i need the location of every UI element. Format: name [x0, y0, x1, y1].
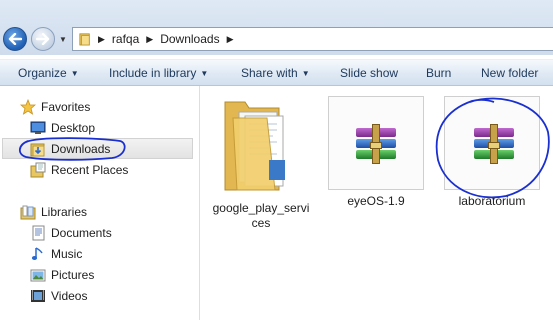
file-item-google-play-services[interactable]: google_play_servi ces [211, 94, 311, 230]
recent-places-label: Recent Places [51, 163, 129, 177]
nav-item-videos[interactable]: Videos [30, 286, 87, 306]
recent-pages-dropdown[interactable]: ▼ [59, 35, 67, 44]
file-list: google_play_servi ces eyeOS-1.9 laborato… [201, 86, 553, 320]
include-in-library-button[interactable]: Include in library ▼ [109, 60, 208, 86]
file-name-label: laboratorium [458, 194, 526, 208]
nav-libraries[interactable]: Libraries [20, 202, 87, 222]
address-bar-area: ▼ ▶ rafqa ▶ Downloads ▶ [0, 0, 553, 55]
file-name-label: eyeOS-1.9 [347, 194, 405, 208]
recent-places-icon [30, 162, 46, 178]
pictures-label: Pictures [51, 268, 95, 282]
folder-icon [79, 33, 90, 46]
file-name-line-2: ces [251, 216, 271, 230]
arrow-right-icon [36, 33, 50, 45]
videos-label: Videos [51, 289, 88, 303]
folder-icon [224, 101, 285, 191]
nav-item-recent-places[interactable]: Recent Places [30, 160, 128, 180]
breadcrumb-rafqa[interactable]: rafqa [112, 32, 139, 46]
desktop-label: Desktop [51, 121, 96, 135]
organize-label: Organize [18, 66, 67, 80]
breadcrumb-separator[interactable]: ▶ [146, 34, 153, 45]
nav-item-desktop[interactable]: Desktop [30, 118, 95, 138]
chevron-down-icon: ▼ [70, 69, 79, 78]
music-label: Music [51, 247, 83, 261]
nav-favorites[interactable]: Favorites [20, 97, 90, 117]
forward-button[interactable] [31, 27, 55, 51]
downloads-folder-icon [30, 143, 45, 157]
winrar-archive-icon [354, 124, 398, 164]
documents-icon [32, 225, 45, 241]
share-with-label: Share with [241, 66, 298, 80]
breadcrumb-separator[interactable]: ▶ [98, 34, 105, 45]
breadcrumb-separator[interactable]: ▶ [227, 34, 234, 45]
music-icon [31, 247, 43, 260]
slide-show-button[interactable]: Slide show [340, 60, 398, 86]
downloads-label: Downloads [51, 142, 111, 156]
new-folder-button[interactable]: New folder [481, 60, 538, 86]
organize-button[interactable]: Organize ▼ [18, 60, 79, 86]
arrow-left-icon [8, 33, 22, 45]
file-name-label: google_play_servi ces [211, 201, 311, 231]
file-name-line-1: google_play_servi [212, 201, 310, 215]
command-bar: Organize ▼ Include in library ▼ Share with… [0, 59, 553, 86]
breadcrumb-downloads[interactable]: Downloads [160, 32, 219, 46]
back-button[interactable] [3, 27, 27, 51]
libraries-label: Libraries [41, 205, 88, 219]
share-with-button[interactable]: Share with ▼ [241, 60, 310, 86]
nav-item-documents[interactable]: Documents [30, 223, 112, 243]
pictures-icon [30, 269, 46, 282]
file-item-laboratorium[interactable]: laboratorium [444, 96, 544, 211]
slide-show-label: Slide show [340, 66, 399, 80]
new-folder-label: New folder [481, 66, 539, 80]
nav-item-downloads[interactable]: Downloads [30, 139, 110, 159]
star-icon [20, 99, 36, 115]
burn-button[interactable]: Burn [426, 60, 451, 86]
nav-item-music[interactable]: Music [30, 244, 82, 264]
navigation-pane: Favorites Desktop Downloads Recent Place… [0, 86, 200, 320]
nav-item-pictures[interactable]: Pictures [30, 265, 94, 285]
winrar-archive-icon [472, 124, 516, 164]
libraries-icon [20, 205, 36, 220]
desktop-icon [30, 121, 46, 134]
include-in-library-label: Include in library [109, 66, 197, 80]
chevron-down-icon: ▼ [200, 69, 209, 78]
videos-icon [31, 290, 45, 302]
burn-label: Burn [426, 66, 452, 80]
file-item-eyeos[interactable]: eyeOS-1.9 [328, 96, 424, 211]
documents-label: Documents [51, 226, 112, 240]
chevron-down-icon: ▼ [301, 69, 310, 78]
favorites-label: Favorites [41, 100, 91, 114]
address-box[interactable]: ▶ rafqa ▶ Downloads ▶ [72, 27, 553, 51]
